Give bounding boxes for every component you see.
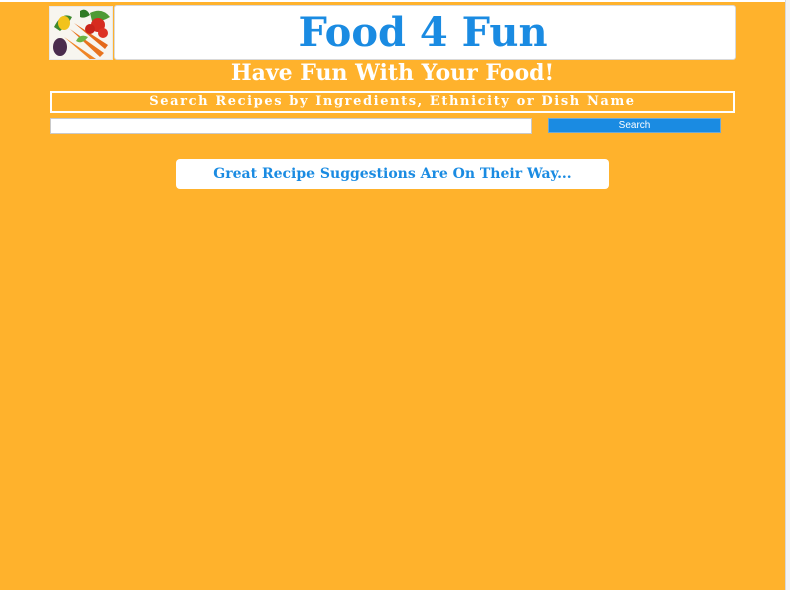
page-background: Food 4 Fun Have Fun With Your Food! Sear… [0, 2, 785, 590]
title-box: Food 4 Fun [114, 5, 736, 60]
search-input[interactable] [50, 118, 532, 134]
site-title[interactable]: Food 4 Fun [115, 10, 737, 56]
vegetables-logo-icon [49, 6, 113, 60]
tagline: Have Fun With Your Food! [230, 60, 555, 86]
window-edge [785, 0, 790, 590]
search-button[interactable]: Search [548, 118, 721, 133]
suggestions-message: Great Recipe Suggestions Are On Their Wa… [176, 159, 609, 189]
search-banner: Search Recipes by Ingredients, Ethnicity… [50, 91, 735, 113]
